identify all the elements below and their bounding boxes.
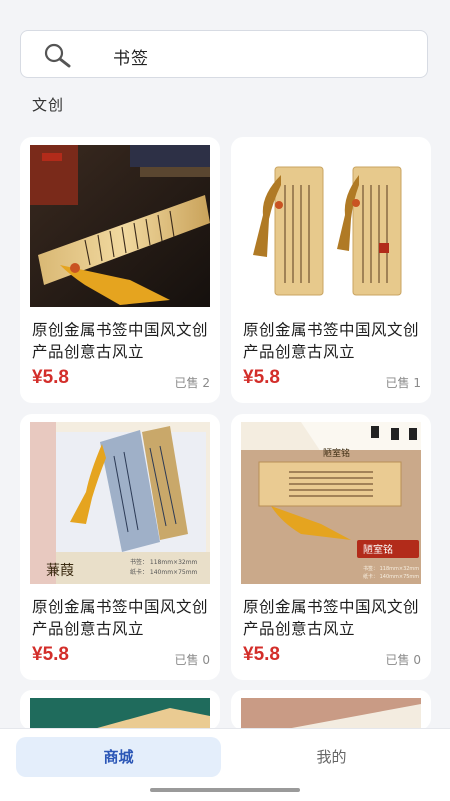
search-bar[interactable]: 书签 (20, 30, 428, 78)
product-sold-count: 已售 0 (385, 653, 421, 667)
tab-mall[interactable]: 商城 (16, 737, 221, 777)
image-caption: 陋室铭 (323, 447, 350, 459)
product-image (241, 698, 421, 728)
product-image (241, 145, 421, 307)
image-spec: 书签： 118mm×32mm (363, 565, 419, 572)
section-title: 文创 (32, 96, 65, 114)
product-card[interactable] (231, 690, 431, 728)
image-spec: 纸卡： 140mm×75mm (130, 568, 198, 576)
product-price: ¥5.8 (243, 644, 280, 665)
product-name: 原创金属书签中国风文创产品创意古风立 (32, 598, 209, 638)
product-card[interactable]: 陋室铭 陋室铭 书签： 118mm×32mm 纸卡： 140mm×75mm 原创… (231, 414, 431, 680)
search-icon (44, 43, 71, 68)
product-sold-count: 已售 2 (174, 376, 210, 390)
product-price: ¥5.8 (243, 367, 280, 388)
product-price: ¥5.8 (32, 644, 69, 665)
image-caption: 陋室铭 (363, 543, 393, 556)
product-grid: 书签 文创 原创金属书签中国风文创产品创意古风立 ¥5.8 已售 2 原创金属书… (0, 0, 450, 728)
product-name: 原创金属书签中国风文创产品创意古风立 (243, 321, 420, 361)
home-indicator (150, 788, 300, 792)
product-card[interactable]: 蒹葭 书签： 118mm×32mm 纸卡： 140mm×75mm 原创金属书签中… (20, 414, 220, 680)
product-image: 蒹葭 书签： 118mm×32mm 纸卡： 140mm×75mm (30, 422, 210, 584)
product-card[interactable]: 原创金属书签中国风文创产品创意古风立 ¥5.8 已售 1 (231, 137, 431, 403)
product-card[interactable]: 原创金属书签中国风文创产品创意古风立 ¥5.8 已售 2 (20, 137, 220, 403)
image-caption: 蒹葭 (46, 563, 74, 579)
product-price: ¥5.8 (32, 367, 69, 388)
image-spec: 纸卡： 140mm×75mm (363, 573, 419, 580)
product-name: 原创金属书签中国风文创产品创意古风立 (32, 321, 209, 361)
product-image (30, 698, 210, 728)
product-name: 原创金属书签中国风文创产品创意古风立 (243, 598, 420, 638)
product-sold-count: 已售 1 (385, 376, 421, 390)
search-input[interactable]: 书签 (113, 44, 149, 69)
tab-mine[interactable]: 我的 (229, 737, 434, 777)
product-image (30, 145, 210, 307)
image-spec: 书签： 118mm×32mm (130, 558, 198, 566)
product-sold-count: 已售 0 (174, 653, 210, 667)
product-card[interactable] (20, 690, 220, 728)
product-image: 陋室铭 陋室铭 书签： 118mm×32mm 纸卡： 140mm×75mm (241, 422, 421, 584)
